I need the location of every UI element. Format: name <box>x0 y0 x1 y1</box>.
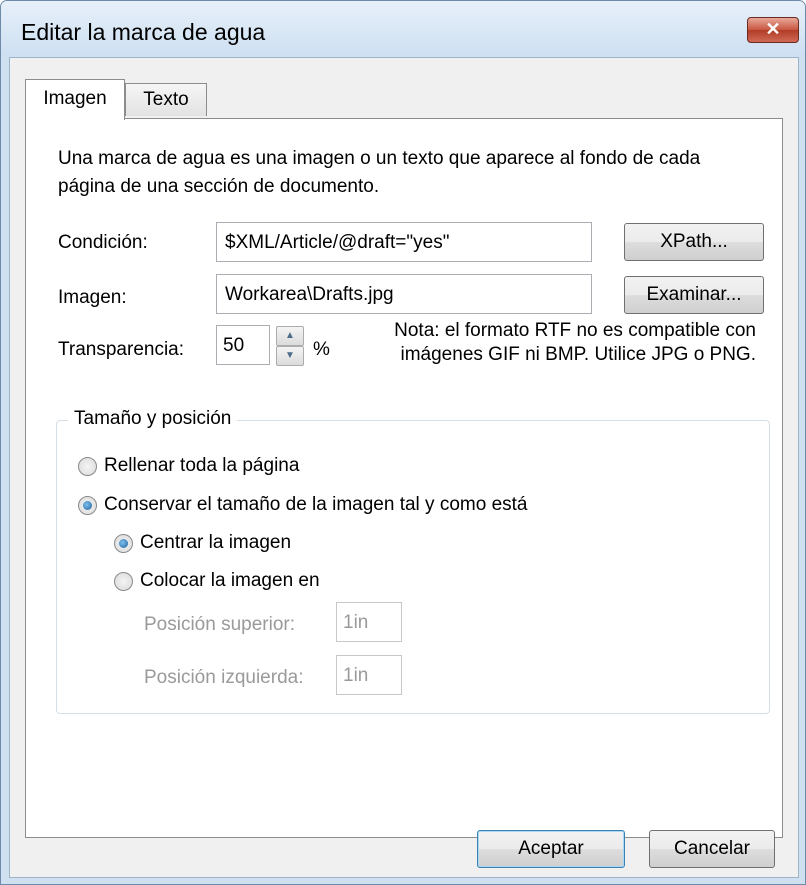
fill-page-radio[interactable] <box>78 457 97 476</box>
center-image-label[interactable]: Centrar la imagen <box>140 532 291 554</box>
cancel-button[interactable]: Cancelar <box>649 830 775 868</box>
xpath-button[interactable]: XPath... <box>624 223 764 261</box>
transparency-input[interactable]: 50 <box>216 325 270 365</box>
tab-texto[interactable]: Texto <box>125 83 207 116</box>
dialog-body: Imagen Texto Una marca de agua es una im… <box>9 57 799 878</box>
place-image-radio[interactable] <box>114 572 133 591</box>
center-image-radio[interactable] <box>114 534 133 553</box>
tab-imagen[interactable]: Imagen <box>25 79 125 120</box>
top-position-input[interactable]: 1in <box>336 602 402 642</box>
keep-size-radio[interactable] <box>78 496 97 515</box>
title-bar[interactable]: Editar la marca de agua ✕ <box>1 1 805 57</box>
format-note: Nota: el formato RTF no es compatible co… <box>356 319 756 367</box>
place-image-label[interactable]: Colocar la imagen en <box>140 570 320 592</box>
arrow-down-icon: ▼ <box>285 350 295 361</box>
fill-page-label[interactable]: Rellenar toda la página <box>104 455 299 477</box>
format-note-line-2: imágenes GIF ni BMP. Utilice JPG o PNG. <box>400 344 757 365</box>
spin-down-button[interactable]: ▼ <box>276 346 304 366</box>
accept-button[interactable]: Aceptar <box>477 830 625 868</box>
image-label: Imagen: <box>58 287 127 308</box>
close-icon: ✕ <box>765 19 781 39</box>
spin-up-button[interactable]: ▲ <box>276 326 304 346</box>
condition-input[interactable]: $XML/Article/@draft="yes" <box>216 222 592 262</box>
tab-panel: Una marca de agua es una imagen o un tex… <box>25 118 783 838</box>
close-button[interactable]: ✕ <box>747 17 799 43</box>
description-text: Una marca de agua es una imagen o un tex… <box>58 148 701 197</box>
size-position-legend: Tamaño y posición <box>68 408 238 430</box>
transparency-label: Transparencia: <box>58 339 185 360</box>
left-position-input[interactable]: 1in <box>336 655 402 695</box>
condition-label: Condición: <box>58 232 148 253</box>
format-note-line-1: Nota: el formato RTF no es compatible co… <box>394 320 756 341</box>
top-position-label: Posición superior: <box>144 614 296 635</box>
image-path-input[interactable]: Workarea\Drafts.jpg <box>216 274 592 314</box>
arrow-up-icon: ▲ <box>285 330 295 341</box>
keep-size-label[interactable]: Conservar el tamaño de la imagen tal y c… <box>104 494 528 516</box>
left-position-label: Posición izquierda: <box>144 667 304 688</box>
dialog-title: Editar la marca de agua <box>21 19 266 45</box>
watermark-dialog: Editar la marca de agua ✕ Imagen Texto U… <box>0 0 806 885</box>
percent-unit: % <box>313 339 330 360</box>
browse-button[interactable]: Examinar... <box>624 276 764 314</box>
